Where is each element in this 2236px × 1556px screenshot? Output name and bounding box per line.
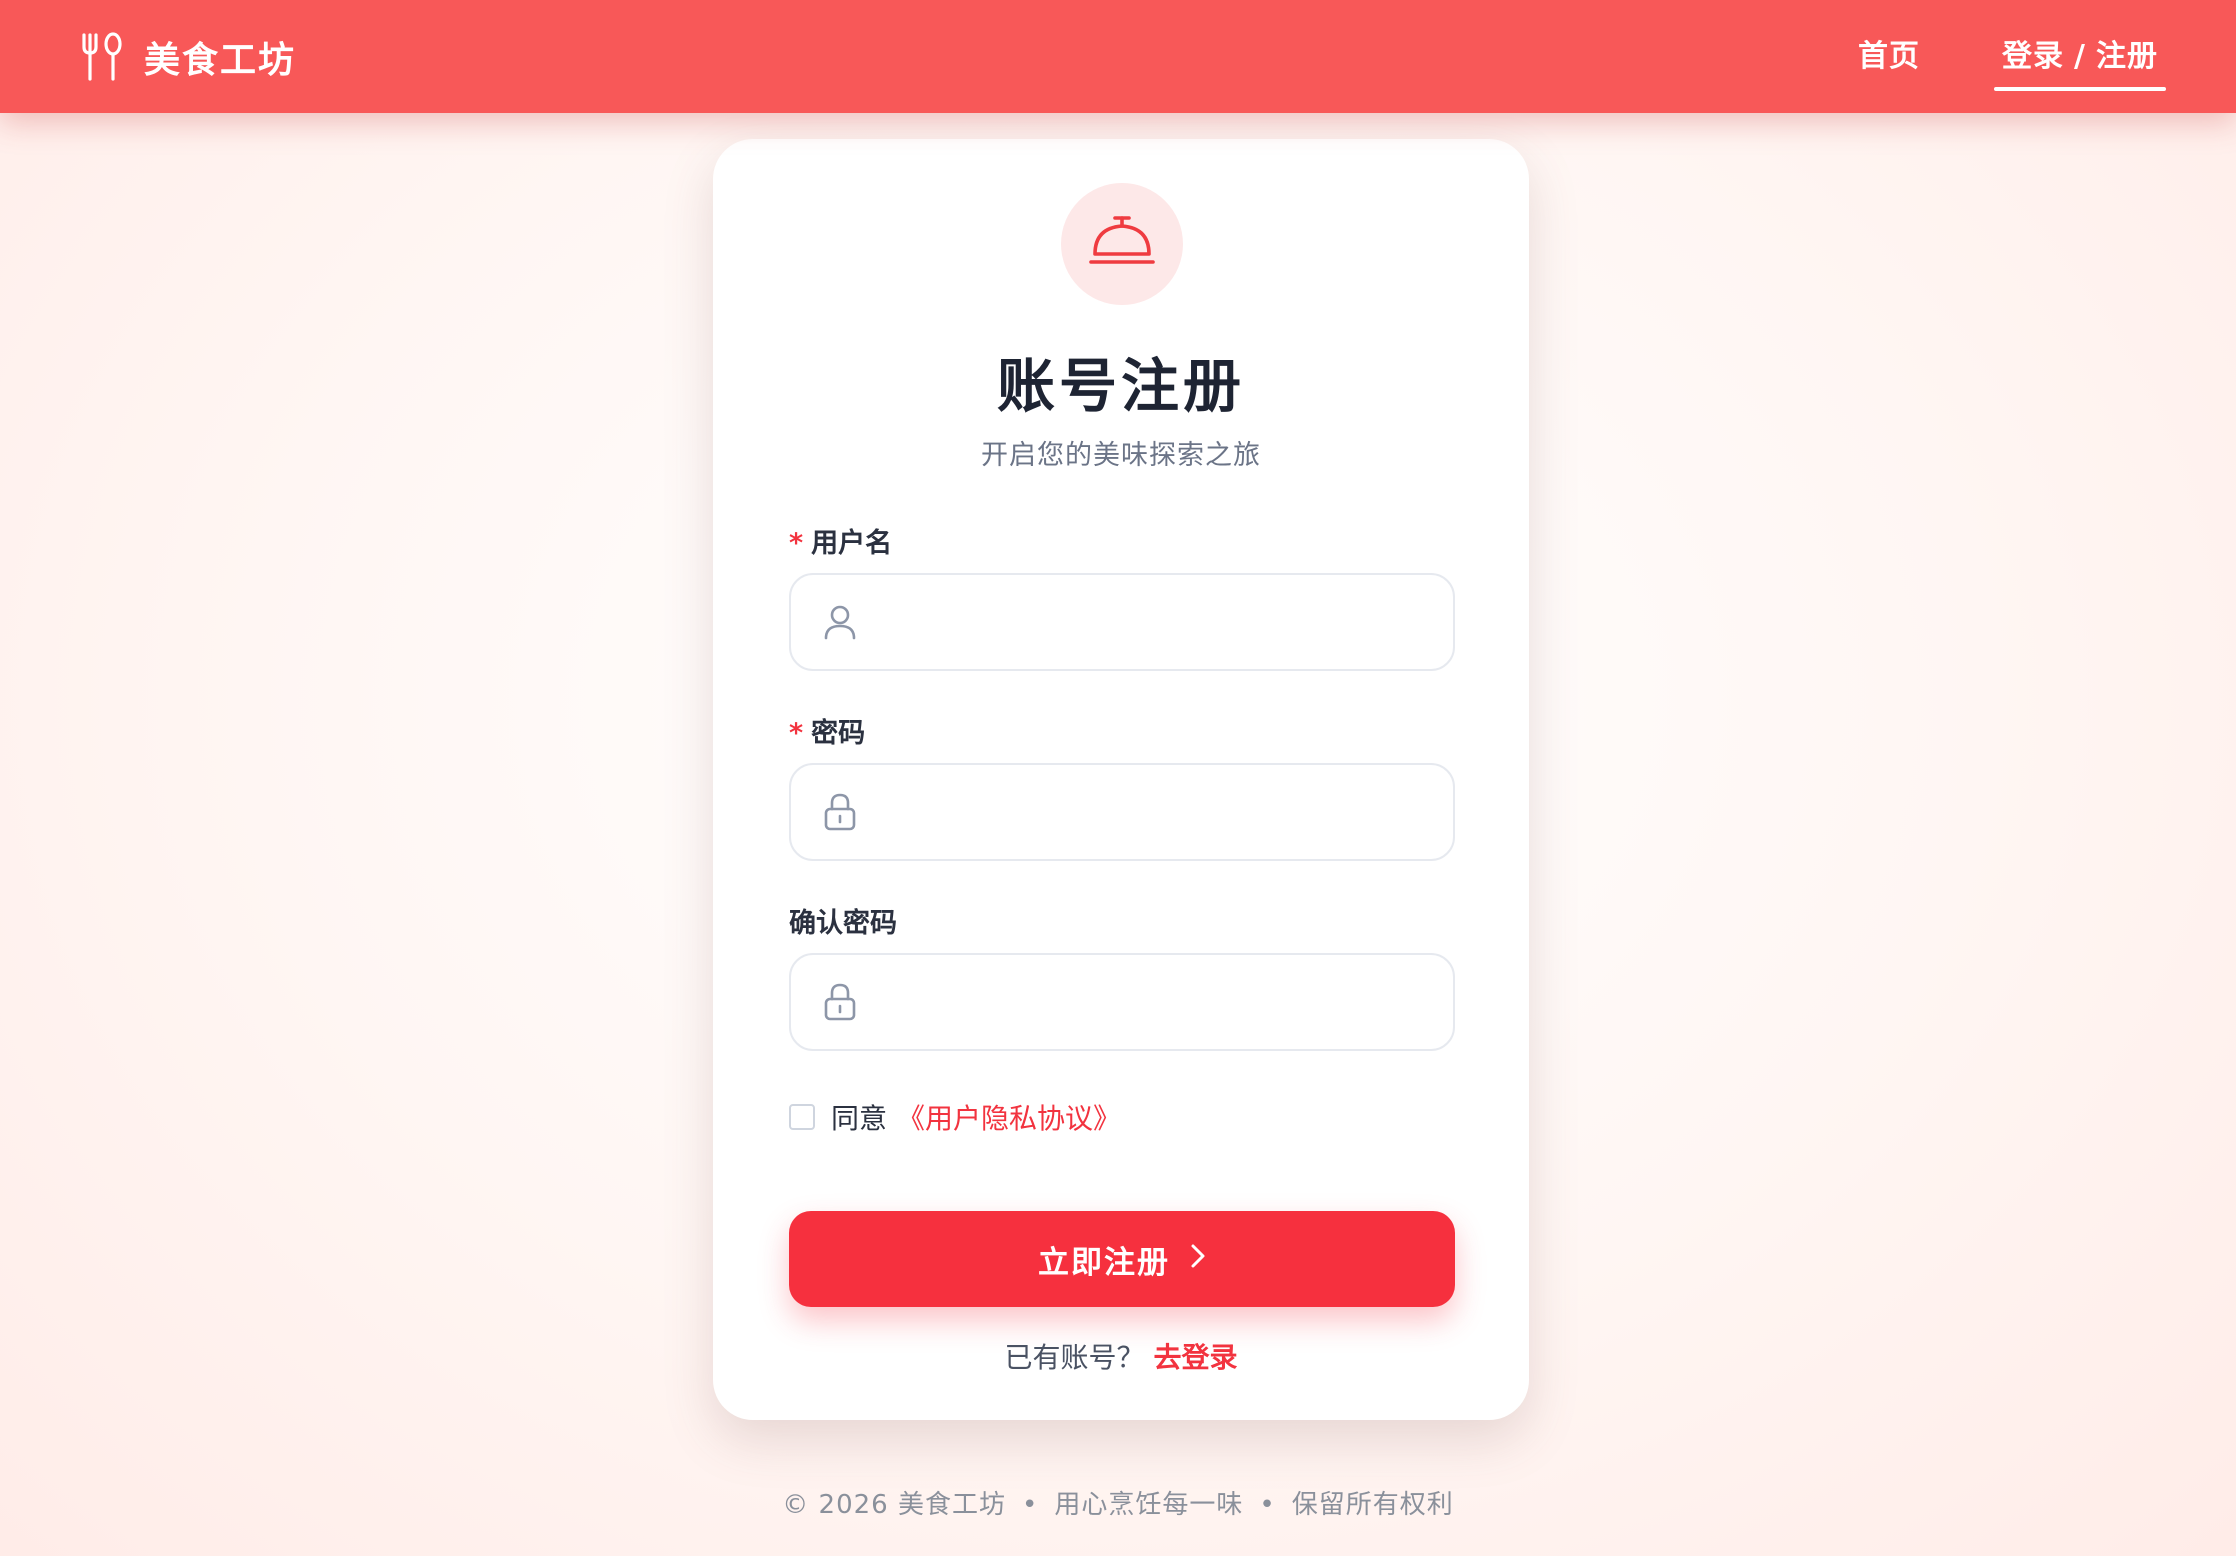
username-input[interactable] xyxy=(883,575,1453,669)
footer-rights: 保留所有权利 xyxy=(1291,1490,1454,1520)
nav-separator: / xyxy=(2074,39,2086,74)
agree-checkbox[interactable] xyxy=(789,1104,815,1130)
top-nav-bar: 美食工坊 首页 登录 / 注册 xyxy=(0,0,2236,113)
brand-name: 美食工坊 xyxy=(144,39,297,81)
form-subtitle: 开启您的美味探索之旅 xyxy=(981,440,1261,471)
password-label-text: 密码 xyxy=(811,718,866,749)
lock-icon xyxy=(791,983,883,1021)
register-button[interactable]: 立即注册 xyxy=(789,1211,1455,1307)
footer-separator: • xyxy=(1021,1490,1039,1520)
user-icon xyxy=(791,604,883,640)
main-nav: 首页 登录 / 注册 xyxy=(1850,0,2166,113)
privacy-policy-link[interactable]: 《用户隐私协议》 xyxy=(897,1097,1121,1137)
username-label-text: 用户名 xyxy=(811,528,893,559)
register-card: 账号注册 开启您的美味探索之旅 * 用户名 * 密码 确认密码 同意 《用户隐私… xyxy=(713,139,1529,1420)
required-mark: * xyxy=(789,528,804,559)
go-login-link[interactable]: 去登录 xyxy=(1153,1341,1237,1374)
fork-spoon-icon xyxy=(80,31,124,83)
nav-login-label: 登录 xyxy=(2002,39,2065,74)
form-title: 账号注册 xyxy=(996,352,1245,420)
chevron-right-icon xyxy=(1190,1241,1206,1277)
username-label: * 用户名 xyxy=(789,521,892,560)
nav-login-register[interactable]: 登录 / 注册 xyxy=(1994,0,2166,113)
nav-register-label: 注册 xyxy=(2096,39,2158,74)
nav-home[interactable]: 首页 xyxy=(1850,0,1928,113)
confirm-password-field[interactable] xyxy=(789,953,1455,1051)
footer: © 2026 美食工坊 • 用心烹饪每一味 • 保留所有权利 xyxy=(0,1484,2236,1521)
required-mark: * xyxy=(789,718,804,749)
footer-slogan: 用心烹饪每一味 xyxy=(1054,1490,1244,1520)
confirm-password-label: 确认密码 xyxy=(789,908,897,939)
agree-text: 同意 xyxy=(831,1102,888,1135)
register-button-label: 立即注册 xyxy=(1038,1244,1170,1280)
login-prompt-row: 已有账号？ 去登录 xyxy=(713,1336,1529,1376)
brand[interactable]: 美食工坊 xyxy=(80,31,296,83)
service-bell-icon xyxy=(1089,214,1155,274)
password-field[interactable] xyxy=(789,763,1455,861)
footer-copyright: © 2026 美食工坊 xyxy=(782,1490,1006,1520)
login-prompt: 已有账号？ xyxy=(1004,1341,1145,1374)
footer-separator: • xyxy=(1259,1490,1276,1520)
password-label: * 密码 xyxy=(789,711,865,750)
confirm-password-input[interactable] xyxy=(883,955,1453,1049)
lock-icon xyxy=(791,793,883,831)
agreement-row: 同意 《用户隐私协议》 xyxy=(789,1097,1121,1137)
username-field[interactable] xyxy=(789,573,1455,671)
password-input[interactable] xyxy=(883,765,1453,859)
logo-badge xyxy=(1061,183,1183,305)
